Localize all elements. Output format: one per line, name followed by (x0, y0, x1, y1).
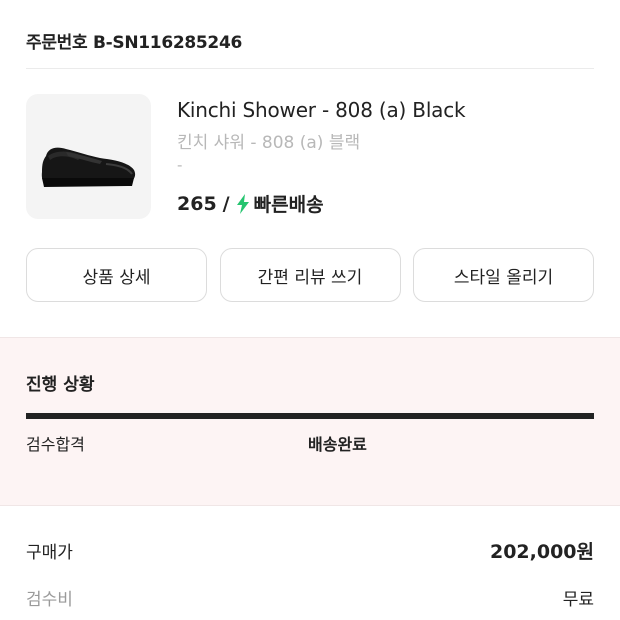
order-header: 주문번호 B-SN116285246 (0, 0, 620, 70)
order-number: 주문번호 B-SN116285246 (26, 33, 243, 53)
shoe-image (41, 147, 136, 187)
product-detail-button[interactable]: 상품 상세 (26, 248, 207, 302)
size-delivery-row: 265 / 빠른배송 (177, 190, 324, 217)
inspection-fee-row: 검수비 무료 (26, 585, 594, 610)
purchase-price-label: 구매가 (26, 543, 73, 563)
progress-title: 진행 상황 (26, 375, 95, 395)
divider (26, 68, 594, 69)
separator: / (222, 192, 230, 215)
product-name-korean: 킨치 샤워 - 808 (a) 블랙 (177, 133, 361, 153)
size-value: 265 (177, 192, 217, 215)
progress-section: 진행 상황 검수합격 배송완료 (0, 337, 620, 506)
progress-bar-fill (26, 413, 594, 419)
inspection-fee-value: 무료 (562, 590, 594, 610)
step-delivery-complete: 배송완료 (308, 435, 367, 454)
product-thumbnail[interactable] (26, 94, 151, 219)
lightning-bolt-icon (236, 193, 249, 214)
progress-bar (26, 413, 594, 419)
post-style-button[interactable]: 스타일 올리기 (413, 248, 594, 302)
inspection-fee-label: 검수비 (26, 590, 73, 610)
action-buttons: 상품 상세 간편 리뷰 쓰기 스타일 올리기 (26, 248, 594, 302)
product-option: - (177, 156, 183, 174)
write-review-button[interactable]: 간편 리뷰 쓰기 (219, 248, 401, 302)
purchase-price-value: 202,000원 (489, 541, 594, 563)
step-inspection-passed: 검수합격 (26, 435, 85, 454)
product-card[interactable]: Kinchi Shower - 808 (a) Black 킨치 샤워 - 80… (0, 94, 620, 224)
fast-delivery-label: 빠른배송 (253, 194, 324, 216)
product-name-english: Kinchi Shower - 808 (a) Black (177, 98, 466, 122)
purchase-price-row: 구매가 202,000원 (26, 537, 594, 564)
